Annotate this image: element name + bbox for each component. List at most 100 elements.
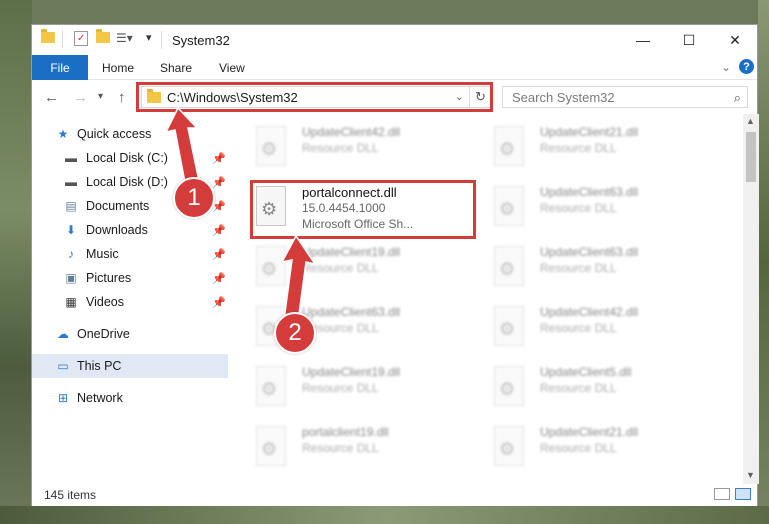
nav-item-local-disk-c[interactable]: ▬ Local Disk (C:) 📌 xyxy=(32,146,228,170)
dll-file-icon xyxy=(256,366,286,406)
file-name: UpdateClient63.dll xyxy=(540,185,639,199)
videos-icon: ▦ xyxy=(65,295,77,309)
file-name: UpdateClient42.dll xyxy=(302,125,401,139)
file-list: UpdateClient42.dll Resource DLL portalco… xyxy=(228,114,743,484)
nav-item-this-pc[interactable]: ▭ This PC xyxy=(32,354,228,378)
file-name: UpdateClient21.dll xyxy=(540,125,639,139)
cloud-icon: ☁ xyxy=(57,327,69,341)
file-item[interactable]: portalclient19.dll Resource DLL xyxy=(250,422,470,472)
properties-icon[interactable]: ✓ xyxy=(74,31,88,46)
expand-ribbon-icon[interactable]: ⌄ xyxy=(721,60,731,74)
file-name: UpdateClient5.dll xyxy=(540,365,632,379)
nav-item-label: Music xyxy=(86,247,119,261)
tab-view[interactable]: View xyxy=(219,61,245,75)
document-icon: ▤ xyxy=(65,199,77,213)
search-placeholder: Search System32 xyxy=(512,89,615,105)
nav-item-label: This PC xyxy=(77,359,122,373)
callout-step-2: 2 xyxy=(274,312,316,354)
nav-item-pictures[interactable]: ▣ Pictures 📌 xyxy=(32,266,228,290)
music-icon: ♪ xyxy=(68,247,74,261)
pin-icon: 📌 xyxy=(212,296,226,309)
nav-item-network[interactable]: ⊞ Network xyxy=(32,386,228,410)
dll-file-icon xyxy=(494,186,524,226)
download-icon: ⬇ xyxy=(65,223,77,237)
file-name: UpdateClient21.dll xyxy=(540,425,639,439)
nav-item-label: Network xyxy=(77,391,123,405)
help-icon[interactable]: ? xyxy=(739,59,754,74)
title-bar: ✓ ☰▾ ▾ System32 — ☐ ✕ xyxy=(32,25,757,55)
file-item[interactable]: UpdateClient42.dll Resource DLL xyxy=(250,122,470,172)
file-name: UpdateClient63.dll xyxy=(302,305,401,319)
large-icons-view-icon[interactable] xyxy=(735,488,751,500)
nav-item-label: Local Disk (C:) xyxy=(86,151,168,165)
file-name: portalclient19.dll xyxy=(302,425,389,439)
file-type: Resource DLL xyxy=(540,261,617,275)
customize-toolbar-icon[interactable]: ☰▾ xyxy=(116,31,133,45)
search-input[interactable]: Search System32 ⌕ xyxy=(502,86,748,108)
file-type: Resource DLL xyxy=(302,261,379,275)
item-count: 145 items xyxy=(44,488,97,502)
pin-icon: 📌 xyxy=(212,224,226,237)
nav-item-label: Documents xyxy=(86,199,150,213)
file-item[interactable]: UpdateClient21.dll Resource DLL xyxy=(488,122,708,172)
tab-share[interactable]: Share xyxy=(160,61,192,75)
up-arrow-icon[interactable]: ↑ xyxy=(118,89,126,106)
callout-step-1: 1 xyxy=(173,177,215,219)
file-item[interactable]: UpdateClient42.dll Resource DLL xyxy=(488,302,708,352)
nav-item-onedrive[interactable]: ☁ OneDrive xyxy=(32,322,228,346)
nav-item-downloads[interactable]: ⬇ Downloads 📌 xyxy=(32,218,228,242)
drive-icon: ▬ xyxy=(65,175,77,189)
file-item[interactable]: UpdateClient63.dll Resource DLL xyxy=(488,182,708,232)
file-type: Resource DLL xyxy=(540,201,617,215)
file-type: Resource DLL xyxy=(540,141,617,155)
dll-file-icon xyxy=(256,126,286,166)
nav-item-quick-access[interactable]: ★ Quick access xyxy=(32,122,228,146)
back-arrow-icon[interactable]: ← xyxy=(44,89,59,106)
file-name: UpdateClient42.dll xyxy=(540,305,639,319)
minimize-button[interactable]: — xyxy=(620,25,666,55)
desktop-background xyxy=(0,506,769,524)
vertical-scrollbar[interactable]: ▲ ▼ xyxy=(743,114,759,484)
nav-item-label: Quick access xyxy=(77,127,152,141)
nav-item-label: Pictures xyxy=(86,271,132,285)
scroll-up-icon[interactable]: ▲ xyxy=(746,116,755,126)
scroll-down-icon[interactable]: ▼ xyxy=(746,470,755,480)
tab-file[interactable]: File xyxy=(32,55,88,80)
nav-item-label: Downloads xyxy=(86,223,148,237)
network-icon: ⊞ xyxy=(57,391,69,405)
close-button[interactable]: ✕ xyxy=(712,25,758,55)
nav-item-videos[interactable]: ▦ Videos 📌 xyxy=(32,290,228,314)
scrollbar-thumb[interactable] xyxy=(746,132,756,182)
details-view-icon[interactable] xyxy=(714,488,730,500)
file-item[interactable]: UpdateClient5.dll Resource DLL xyxy=(488,362,708,412)
search-icon: ⌕ xyxy=(733,90,741,105)
navigation-pane: ★ Quick access ▬ Local Disk (C:) 📌 ▬ Loc… xyxy=(32,114,228,484)
file-type: Resource DLL xyxy=(302,441,379,455)
recent-locations-dropdown-icon[interactable]: ▾ xyxy=(98,91,103,102)
file-type: Resource DLL xyxy=(540,321,617,335)
window-title: System32 xyxy=(172,33,230,48)
file-highlight-box xyxy=(250,180,476,239)
nav-item-music[interactable]: ♪ Music 📌 xyxy=(32,242,228,266)
file-type: Resource DLL xyxy=(540,441,617,455)
ribbon-tabs: File Home Share View ⌄ ? xyxy=(32,55,757,80)
dll-file-icon xyxy=(494,426,524,466)
pin-icon: 📌 xyxy=(212,152,226,165)
dll-file-icon xyxy=(494,306,524,346)
maximize-button[interactable]: ☐ xyxy=(666,25,712,55)
pin-icon: 📌 xyxy=(212,248,226,261)
forward-arrow-icon[interactable]: → xyxy=(73,89,88,106)
file-item[interactable]: UpdateClient19.dll Resource DLL xyxy=(250,242,470,292)
computer-icon: ▭ xyxy=(57,359,69,373)
file-item[interactable]: UpdateClient19.dll Resource DLL xyxy=(250,362,470,412)
file-item[interactable]: UpdateClient21.dll Resource DLL xyxy=(488,422,708,472)
pin-icon: 📌 xyxy=(212,176,226,189)
file-type: Resource DLL xyxy=(302,141,379,155)
tab-home[interactable]: Home xyxy=(102,61,134,75)
quick-access-dropdown-icon[interactable]: ▾ xyxy=(146,31,152,44)
desktop-background xyxy=(0,0,32,524)
new-folder-icon[interactable] xyxy=(96,29,110,43)
status-bar: 145 items xyxy=(32,484,757,506)
file-item[interactable]: UpdateClient63.dll Resource DLL xyxy=(488,242,708,292)
address-row: ← → ▾ ↑ C:\Windows\System32 ⌄ ↻ Search S… xyxy=(32,81,757,114)
